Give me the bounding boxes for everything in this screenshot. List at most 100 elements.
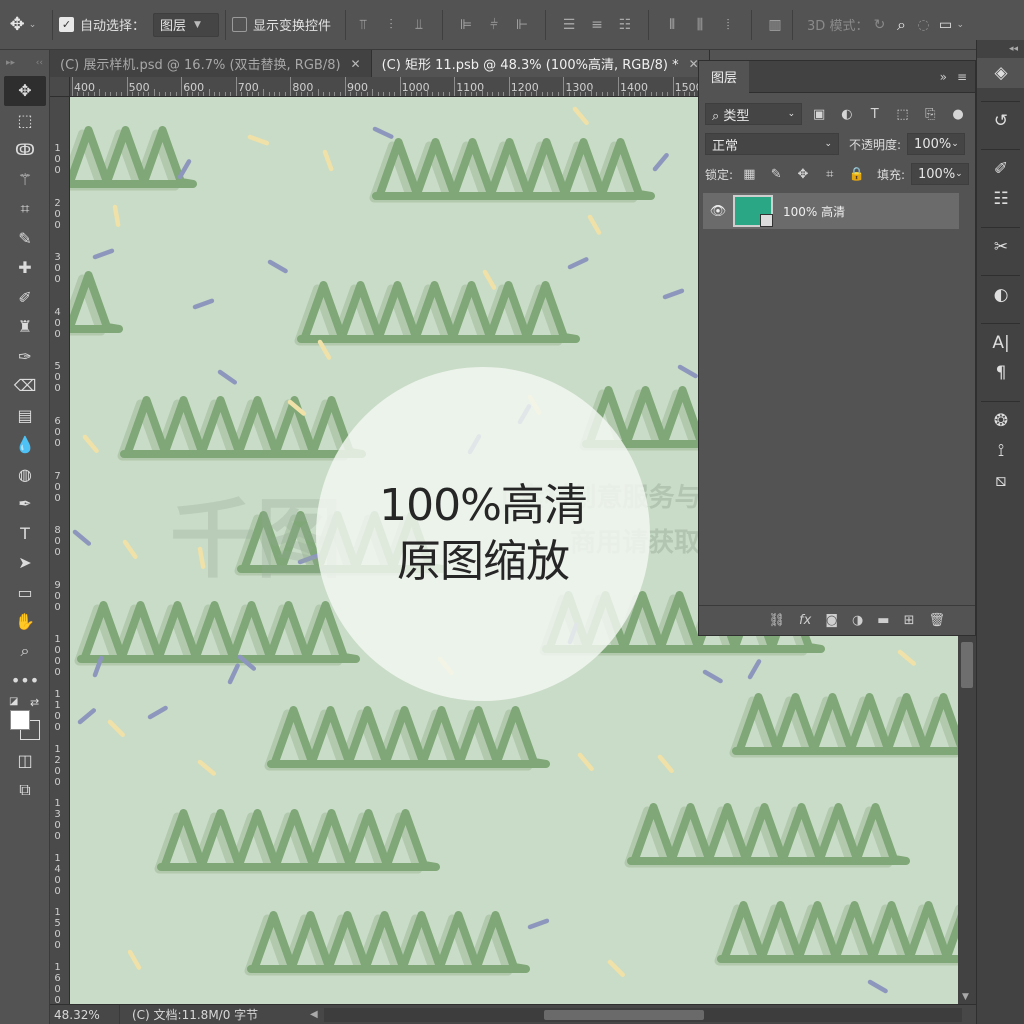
auto-select-target-dropdown[interactable]: 图层 ▼ [153,12,220,37]
more-tools-icon[interactable]: ••• [0,666,50,696]
filter-smart-object-icon[interactable]: ⎘ [919,107,941,122]
adjustments-panel-icon[interactable]: ◐ [977,280,1024,310]
scroll-left-icon[interactable]: ◀ [310,1009,324,1020]
channels-panel-icon[interactable]: ❂ [977,406,1024,436]
lasso-tool-icon[interactable]: ↂ [0,135,50,165]
filter-type-icon[interactable]: T [864,107,886,122]
type-tool-icon[interactable]: T [0,519,50,549]
add-mask-icon[interactable]: ◙ [825,613,838,628]
path-selection-tool-icon[interactable]: ➤ [0,548,50,578]
layers-panel-icon[interactable]: ◈ [977,58,1024,88]
filter-toggle-icon[interactable]: ● [947,107,969,122]
vertical-scrollbar[interactable]: ▼ [958,636,976,1004]
ruler-origin[interactable] [50,77,70,97]
adjustment-layer-icon[interactable]: ◑ [852,613,863,628]
foreground-color-swatch[interactable] [10,709,30,730]
workspace-chevron-icon[interactable]: ⌄ [956,20,964,30]
document-info[interactable]: (C) 文档:11.8M/0 字节 [120,1006,310,1023]
filter-adjustment-icon[interactable]: ◐ [836,107,858,122]
rectangle-tool-icon[interactable]: ▭ [0,578,50,608]
dock-collapse[interactable]: ◂◂ [977,40,1024,58]
filter-pixel-icon[interactable]: ▣ [808,107,830,122]
pen-tool-icon[interactable]: ✒ [0,489,50,519]
tab-layers[interactable]: 图层 [699,60,750,93]
properties-panel-icon[interactable]: ☷ [977,184,1024,214]
history-brush-tool-icon[interactable]: ✑ [0,342,50,372]
blend-mode-dropdown[interactable]: 正常 ⌄ [705,133,839,155]
distribute-vcenter-icon[interactable]: ≡ [586,14,608,36]
opacity-field[interactable]: 100% ⌄ [907,133,966,155]
lock-position-icon[interactable]: ✥ [793,167,814,182]
fill-field[interactable]: 100% ⌄ [911,163,969,185]
eraser-tool-icon[interactable]: ⌫ [0,371,50,401]
show-transform-checkbox[interactable] [232,17,248,32]
lock-image-icon[interactable]: ✎ [766,167,787,182]
screen-mode-icon[interactable]: ⧉ [0,775,50,805]
distribute-hcenter-icon[interactable]: ⫼ [689,14,711,36]
tools-presets-icon[interactable]: ✂ [977,232,1024,262]
eye-icon[interactable]: 👁 [703,204,733,219]
lock-transparent-icon[interactable]: ▦ [739,167,760,182]
horizontal-scrollbar[interactable] [324,1007,962,1022]
panel-menu-icon[interactable]: ≡ [957,70,967,84]
magic-wand-tool-icon[interactable]: ⚚ [0,165,50,195]
scrollbar-thumb[interactable] [961,642,973,688]
filter-kind-dropdown[interactable]: ⌕ 类型 ⌄ [705,103,803,125]
trash-icon[interactable]: 🗑 [928,613,945,628]
zoom-level[interactable]: 48.32% [50,1005,120,1024]
new-group-icon[interactable]: ▬ [877,613,889,628]
align-hcenter-icon[interactable]: ⫩ [483,14,505,36]
lock-artboard-icon[interactable]: ⌗ [819,167,840,182]
default-colors-icon[interactable]: ◪ [9,696,18,707]
blur-tool-icon[interactable]: 💧 [0,430,50,460]
new-layer-icon[interactable]: ⊞ [904,613,915,628]
align-top-icon[interactable]: ⫪ [352,14,374,36]
clone-stamp-tool-icon[interactable]: ♜ [0,312,50,342]
layer-name[interactable]: 100% 高清 [783,203,845,220]
quick-mask-icon[interactable]: ◫ [0,746,50,776]
fx-icon[interactable]: fx [799,613,811,628]
align-bottom-icon[interactable]: ⫫ [408,14,430,36]
gradient-tool-icon[interactable]: ▤ [0,401,50,431]
toolbar-grip[interactable]: ▸▸ ‹‹ [0,50,49,76]
vertical-ruler[interactable]: 1 0 0 2 0 0 3 0 0 4 0 0 5 0 0 6 0 0 7 0 0 8 0 0… [50,97,70,1004]
brush-tool-icon[interactable]: ✐ [0,283,50,313]
crop-tool-icon[interactable]: ⌗ [0,194,50,224]
distribute-right-icon[interactable]: ⦙ [717,14,739,36]
move-tool-preset-icon[interactable]: ✥ ⌄ [0,0,46,49]
scroll-down-icon[interactable]: ▼ [962,992,969,1002]
workspace-icon[interactable]: ▭ [934,14,956,36]
dodge-tool-icon[interactable]: ◍ [0,460,50,490]
collapse-panel-icon[interactable]: » [940,70,947,84]
orbit-3d-icon[interactable]: ↻ [868,14,890,36]
character-panel-icon[interactable]: A| [977,328,1024,358]
align-left-icon[interactable]: ⊫ [455,14,477,36]
history-panel-icon[interactable]: ↺ [977,106,1024,136]
hand-tool-icon[interactable]: ✋ [0,607,50,637]
swap-colors-icon[interactable]: ⇄ [30,696,39,709]
paragraph-panel-icon[interactable]: ¶ [977,358,1024,388]
distribute-left-icon[interactable]: ⦀ [661,14,683,36]
roll-3d-icon[interactable]: ◌ [912,14,934,36]
search-icon[interactable]: ⌕ [890,14,912,36]
auto-select-checkbox[interactable]: ✓ [59,17,74,32]
eyedropper-tool-icon[interactable]: ✎ [0,224,50,254]
layer-row[interactable]: 👁 100% 高清 [703,193,959,229]
move-tool-icon[interactable]: ✥ [4,76,46,106]
tab-document-mockup[interactable]: (C) 展示样机.psd @ 16.7% (双击替换, RGB/8) ✕ [50,50,372,77]
zoom-tool-icon[interactable]: ⌕ [0,637,50,667]
align-right-icon[interactable]: ⊩ [511,14,533,36]
align-vcenter-icon[interactable]: ⫶ [380,14,402,36]
marquee-tool-icon[interactable]: ⬚ [0,106,50,136]
healing-brush-tool-icon[interactable]: ✚ [0,253,50,283]
3d-panel-icon[interactable]: ⧅ [977,466,1024,496]
tab-document-rectangle[interactable]: (C) 矩形 11.psb @ 48.3% (100%高清, RGB/8) * … [371,50,710,77]
brush-settings-icon[interactable]: ✐ [977,154,1024,184]
distribute-top-icon[interactable]: ☰ [558,14,580,36]
auto-align-icon[interactable]: ▥ [764,14,786,36]
paths-panel-icon[interactable]: ⟟ [977,436,1024,466]
distribute-bottom-icon[interactable]: ☷ [614,14,636,36]
close-icon[interactable]: ✕ [351,57,361,71]
filter-shape-icon[interactable]: ⬚ [892,107,914,122]
lock-all-icon[interactable]: 🔒 [846,167,867,182]
